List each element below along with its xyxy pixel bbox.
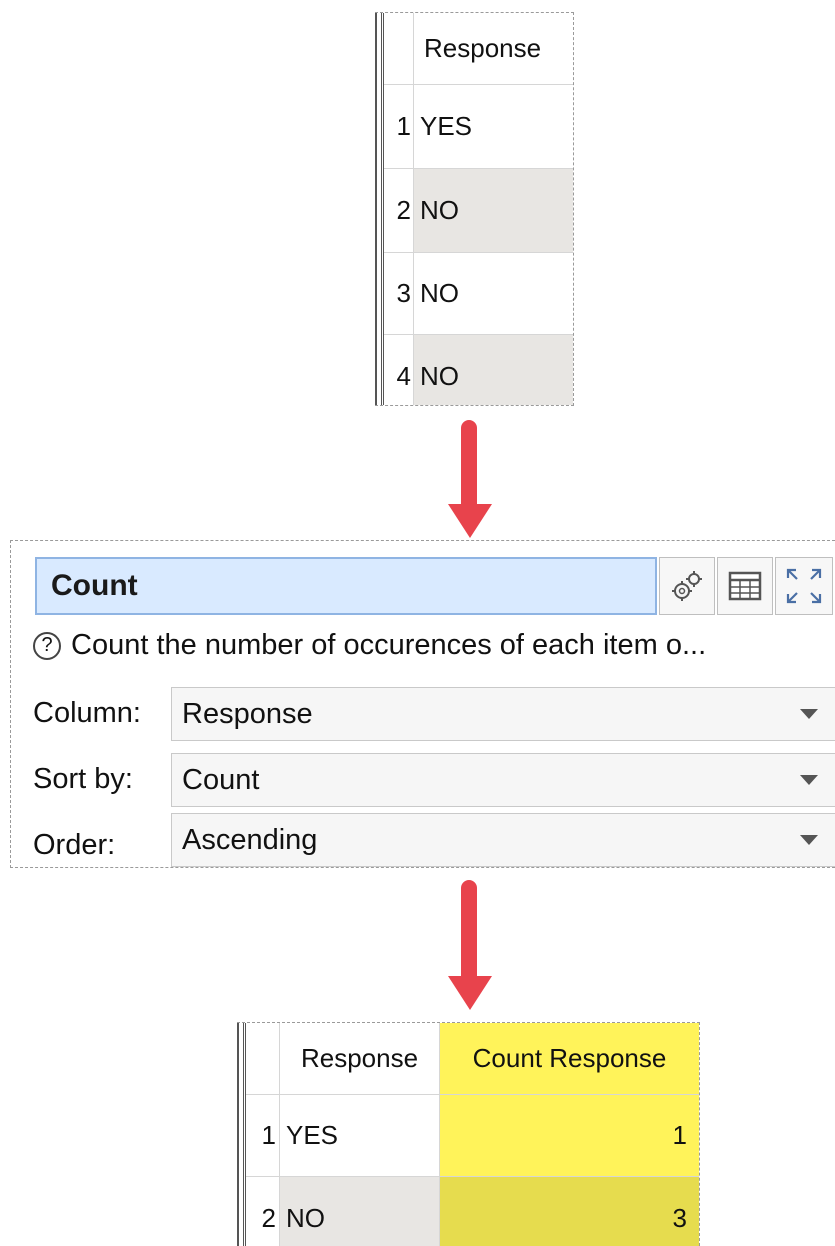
row-index: 1	[246, 1095, 280, 1176]
table-cell[interactable]: YES	[414, 85, 573, 168]
table-cell-count[interactable]: 1	[440, 1095, 699, 1176]
chevron-down-icon	[800, 709, 818, 719]
column-label: Column:	[33, 697, 141, 729]
order-label: Order:	[33, 829, 116, 861]
table-left-border	[375, 13, 384, 405]
row-index: 2	[384, 169, 414, 252]
row-index: 1	[384, 85, 414, 168]
table-row[interactable]: 2 NO	[384, 169, 573, 253]
table-row[interactable]: 2 NO 3	[246, 1177, 699, 1246]
column-dropdown-value: Response	[182, 697, 313, 730]
order-dropdown-value: Ascending	[182, 823, 318, 856]
chevron-down-icon	[800, 835, 818, 845]
settings-gears-icon	[672, 571, 702, 601]
count-transform-panel: Count ? Count the number of occurences o…	[10, 540, 835, 868]
table-view-button[interactable]	[717, 557, 773, 615]
sort-by-dropdown-value: Count	[182, 763, 260, 796]
row-index: 4	[384, 335, 414, 405]
flow-arrow-down-icon	[448, 880, 492, 1010]
row-index-header	[246, 1023, 280, 1094]
table-cell[interactable]: NO	[280, 1177, 440, 1246]
help-icon[interactable]: ?	[33, 631, 61, 660]
description-text: Count the number of occurences of each i…	[71, 629, 707, 661]
column-header-count-response[interactable]: Count Response	[440, 1023, 699, 1094]
table-cell[interactable]: YES	[280, 1095, 440, 1176]
table-header-row: Response Count Response	[246, 1023, 699, 1095]
table-cell-count[interactable]: 3	[440, 1177, 699, 1246]
order-dropdown[interactable]: Ascending	[171, 813, 835, 867]
expand-button[interactable]	[775, 557, 833, 615]
table-row[interactable]: 1 YES	[384, 85, 573, 169]
sort-by-dropdown[interactable]: Count	[171, 753, 835, 807]
row-index: 3	[384, 253, 414, 334]
table-row[interactable]: 4 NO	[384, 335, 573, 405]
table-cell[interactable]: NO	[414, 335, 573, 405]
chevron-down-icon	[800, 775, 818, 785]
column-header-response[interactable]: Response	[414, 13, 573, 84]
node-description: ? Count the number of occurences of each…	[33, 629, 706, 662]
table-left-border	[237, 1023, 246, 1246]
settings-gears-button[interactable]	[659, 557, 715, 615]
row-index: 2	[246, 1177, 280, 1246]
output-table: Response Count Response 1 YES 1 2 NO 3	[237, 1022, 700, 1246]
node-title-field[interactable]: Count	[35, 557, 657, 615]
column-header-response[interactable]: Response	[280, 1023, 440, 1094]
input-table: Response 1 YES 2 NO 3 NO 4 NO	[375, 12, 574, 406]
column-dropdown[interactable]: Response	[171, 687, 835, 741]
table-row[interactable]: 1 YES 1	[246, 1095, 699, 1177]
table-view-icon	[728, 571, 762, 601]
table-cell[interactable]: NO	[414, 253, 573, 334]
sort-by-label: Sort by:	[33, 763, 133, 795]
table-header-row: Response	[384, 13, 573, 85]
row-index-header	[384, 13, 414, 84]
table-row[interactable]: 3 NO	[384, 253, 573, 335]
flow-arrow-down-icon	[448, 420, 492, 538]
expand-icon	[786, 568, 822, 604]
table-cell[interactable]: NO	[414, 169, 573, 252]
